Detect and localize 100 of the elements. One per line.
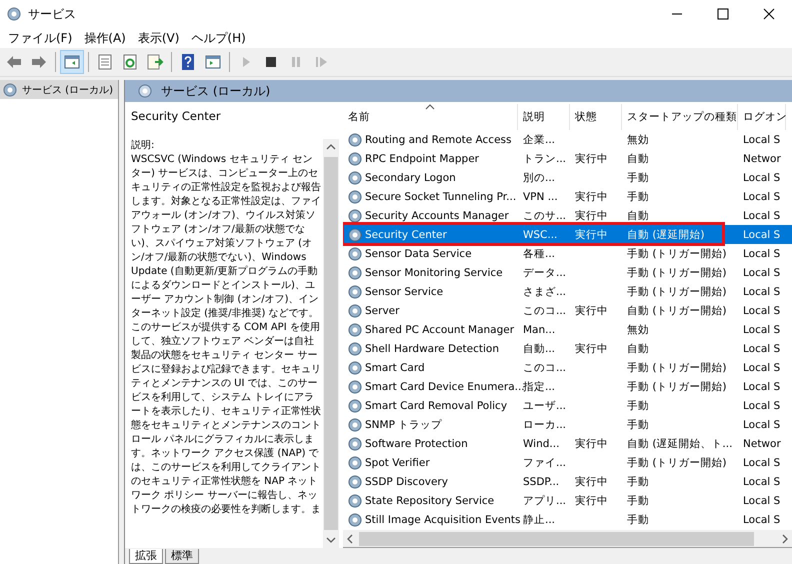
- menu-item[interactable]: ファイル(F): [4, 30, 80, 46]
- table-cell-text: Man...: [522, 324, 556, 336]
- service-row[interactable]: SSDP Discovery SSDP... 実行中 手動 Local S: [343, 472, 792, 491]
- column-header[interactable]: 説明: [518, 104, 570, 130]
- service-row[interactable]: Still Image Acquisition Events 静止... 手動 Local S: [343, 510, 792, 529]
- service-row[interactable]: Smart Card このコ... 手動 (トリガー開始) Local S: [343, 358, 792, 377]
- column-header[interactable]: スタートアップの種類: [622, 104, 738, 130]
- service-row[interactable]: Smart Card Device Enumera...指定... 手動 (トリガー開始) Local S: [343, 377, 792, 396]
- table-cell-text: 実行中: [574, 474, 609, 488]
- table-cell-text: トラン...: [522, 152, 568, 166]
- table-cell: Secure Socket Tunneling Pr...: [365, 190, 516, 202]
- service-row[interactable]: Server このコ... 実行中 自動 (トリガー開始) Local S: [343, 301, 792, 320]
- table-cell-text: さまざ...: [522, 284, 568, 298]
- scroll-up-icon[interactable]: [325, 143, 337, 151]
- table-cell-text: Local S: [742, 304, 782, 316]
- service-row[interactable]: Secure Socket Tunneling Pr... VPN ... 実行中 手動 Local S: [343, 187, 792, 206]
- view-tab[interactable]: 標準: [165, 549, 199, 564]
- help-icon: [179, 53, 197, 71]
- table-cell-text: 自動: [626, 342, 650, 356]
- service-row[interactable]: Security Accounts Manager このサ... 実行中 自動 Local S: [343, 206, 792, 225]
- service-row[interactable]: Software Protection Wind... 実行中 自動 (遅延開始、ト... Networ: [343, 434, 792, 453]
- table-cell-text: 実行中: [574, 304, 609, 318]
- column-header[interactable]: ログオン: [738, 104, 786, 130]
- tree-icon: [63, 53, 81, 71]
- service-row[interactable]: Routing and Remote Access 企業... 無効 Local S: [343, 130, 792, 149]
- table-cell: Sensor Data Service: [365, 248, 472, 260]
- scroll-right-icon[interactable]: [781, 532, 789, 544]
- table-cell-text: Local S: [742, 342, 782, 354]
- table-cell-text: 別の...: [522, 170, 556, 184]
- table-cell-text: 実行中: [574, 152, 609, 166]
- table-cell: SSDP Discovery: [365, 476, 448, 488]
- table-cell: Sensor Monitoring Service: [365, 266, 503, 278]
- table-cell-text: Local S: [742, 248, 782, 260]
- service-row[interactable]: Shell Hardware Detection 自動... 実行中 自動 Local S: [343, 339, 792, 358]
- service-row[interactable]: Smart Card Removal Policy ユーザ... 手動 Local S: [343, 396, 792, 415]
- service-row[interactable]: Spot Verifier ファイ... 手動 (トリガー開始) Local S: [343, 453, 792, 472]
- tree-item[interactable]: サービス (ローカル): [0, 80, 118, 99]
- service-row[interactable]: Sensor Service さまざ... 手動 (トリガー開始) Local S: [343, 282, 792, 301]
- table-cell-text: 自動 (トリガー開始): [626, 304, 728, 318]
- table-cell-text: 無効: [626, 322, 650, 336]
- service-row[interactable]: Sensor Data Service 各種... 手動 (トリガー開始) Local S: [343, 244, 792, 263]
- scroll-left-icon[interactable]: [346, 532, 354, 544]
- table-cell: Smart Card: [365, 362, 425, 374]
- menu-item[interactable]: ヘルプ(H): [187, 30, 254, 46]
- service-row[interactable]: State Repository Service アプリ... 実行中 手動 Local S: [343, 491, 792, 510]
- table-cell: Security Center: [365, 228, 447, 240]
- table-cell: Smart Card Removal Policy: [365, 400, 508, 412]
- service-row[interactable]: Security Center WSC... 実行中 自動 (遅延開始) Local S: [343, 225, 792, 244]
- menu-item[interactable]: 表示(V): [134, 30, 188, 46]
- sort-ascending-icon: [425, 104, 435, 110]
- service-row[interactable]: RPC Endpoint Mapper トラン... 実行中 自動 Networ: [343, 149, 792, 168]
- service-row[interactable]: Secondary Logon 別の... 手動 Local S: [343, 168, 792, 187]
- table-cell-text: Local S: [742, 514, 782, 526]
- table-cell-text: ファイ...: [522, 456, 568, 470]
- table-cell: State Repository Service: [365, 494, 494, 506]
- table-cell-text: 自動: [626, 152, 650, 166]
- column-header[interactable]: 状態: [570, 104, 622, 130]
- table-cell-text: 実行中: [574, 228, 609, 242]
- table-cell-text: このコ...: [522, 304, 568, 318]
- scrollbar[interactable]: [323, 139, 339, 548]
- table-cell-text: 企業...: [522, 132, 556, 146]
- view-tab[interactable]: 拡張: [129, 549, 163, 564]
- table-cell-text: 手動 (トリガー開始): [626, 246, 728, 260]
- table-cell-text: Wind...: [522, 438, 560, 450]
- table-cell-text: このサ...: [522, 208, 568, 222]
- refresh-icon: [121, 53, 139, 71]
- table-cell-text: WSC...: [522, 228, 558, 240]
- table-cell-text: 手動: [626, 190, 650, 204]
- table-cell-text: 無効: [626, 132, 650, 146]
- service-row[interactable]: Sensor Monitoring Service データ... 手動 (トリガー開始) Local S: [343, 263, 792, 282]
- table-cell-text: 自動...: [522, 342, 556, 356]
- table-cell-text: Local S: [742, 456, 782, 468]
- table-cell-text: Local S: [742, 476, 782, 488]
- table-cell-text: 自動 (遅延開始): [626, 228, 706, 242]
- service-row[interactable]: Shared PC Account Manager Man... 無効 Local S: [343, 320, 792, 339]
- table-cell: Secondary Logon: [365, 172, 456, 184]
- table-cell-text: 手動: [626, 418, 650, 432]
- table-cell-text: Local S: [742, 172, 782, 184]
- table-cell-text: このコ...: [522, 360, 568, 374]
- table-cell-text: 手動 (トリガー開始): [626, 266, 728, 280]
- menu-item[interactable]: 操作(A): [80, 30, 134, 46]
- table-cell-text: SSDP...: [522, 476, 560, 488]
- table-cell: Spot Verifier: [365, 456, 430, 468]
- table-cell-text: Local S: [742, 190, 782, 202]
- table-cell: Shell Hardware Detection: [365, 342, 499, 354]
- forward-icon: [30, 53, 48, 71]
- table-cell-text: アプリ...: [522, 494, 568, 508]
- table-cell-text: 実行中: [574, 190, 609, 204]
- scroll-down-icon[interactable]: [325, 536, 337, 544]
- description-label: 説明:: [131, 139, 156, 153]
- service-row[interactable]: SNMP トラップ ローカ... 手動 Local S: [343, 415, 792, 434]
- table-cell: Routing and Remote Access: [365, 134, 512, 146]
- table-cell-text: 自動: [626, 208, 650, 222]
- table-cell: SNMP トラップ: [365, 418, 442, 432]
- table-cell: Software Protection: [365, 438, 468, 450]
- table-cell-text: 実行中: [574, 342, 609, 356]
- column-header[interactable]: 名前: [343, 104, 518, 130]
- scrollbar[interactable]: [343, 530, 792, 548]
- tree-button[interactable]: [60, 50, 84, 74]
- table-cell-text: 実行中: [574, 494, 609, 508]
